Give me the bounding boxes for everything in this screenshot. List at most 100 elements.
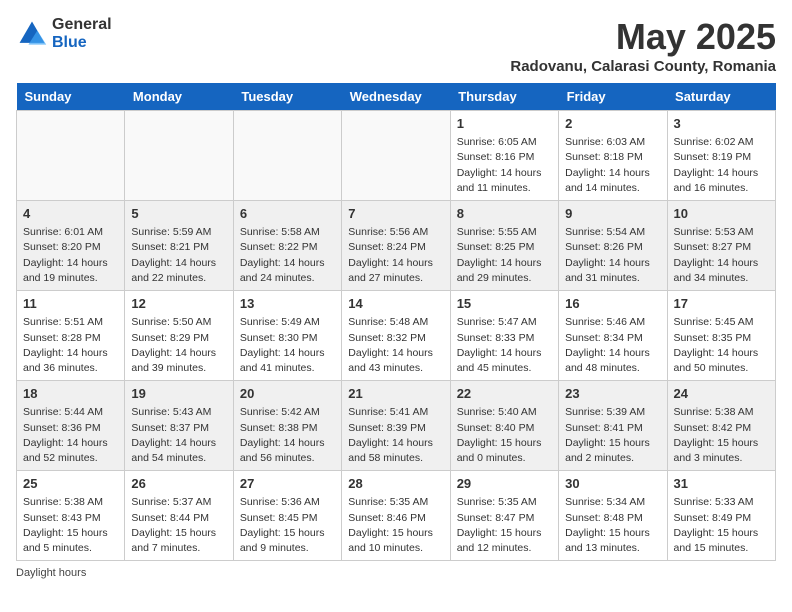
day-cell: 11 Sunrise: 5:51 AM Sunset: 8:28 PM Dayli… (17, 291, 125, 381)
month-title: May 2025 (510, 16, 776, 58)
title-block: May 2025 Radovanu, Calarasi County, Roma… (510, 16, 776, 75)
day-cell (17, 111, 125, 201)
col-header-thursday: Thursday (450, 83, 558, 111)
day-cell: 10 Sunrise: 5:53 AM Sunset: 8:27 PM Dayli… (667, 201, 775, 291)
logo-text: General Blue (52, 16, 112, 51)
day-number: 19 (131, 385, 226, 403)
day-cell: 28 Sunrise: 5:35 AM Sunset: 8:46 PM Dayli… (342, 471, 450, 561)
day-number: 15 (457, 295, 552, 313)
col-header-sunday: Sunday (17, 83, 125, 111)
day-number: 28 (348, 475, 443, 493)
day-number: 3 (674, 115, 769, 133)
day-cell: 8 Sunrise: 5:55 AM Sunset: 8:25 PM Daylig… (450, 201, 558, 291)
day-cell: 26Sunrise: 5:37 AM Sunset: 8:44 PM Dayli… (125, 471, 233, 561)
col-header-saturday: Saturday (667, 83, 775, 111)
day-cell: 29Sunrise: 5:35 AM Sunset: 8:47 PM Dayli… (450, 471, 558, 561)
day-info: Sunrise: 5:50 AM Sunset: 8:29 PM Dayligh… (131, 315, 226, 376)
day-cell: 20Sunrise: 5:42 AM Sunset: 8:38 PM Dayli… (233, 381, 341, 471)
location-title: Radovanu, Calarasi County, Romania (510, 58, 776, 75)
day-info: Sunrise: 5:53 AM Sunset: 8:27 PM Dayligh… (674, 225, 769, 286)
day-number: 12 (131, 295, 226, 313)
day-info: Sunrise: 5:58 AM Sunset: 8:22 PM Dayligh… (240, 225, 335, 286)
day-number: 29 (457, 475, 552, 493)
day-info: Sunrise: 5:39 AM Sunset: 8:41 PM Dayligh… (565, 405, 660, 466)
page-header: General Blue May 2025 Radovanu, Calarasi… (16, 16, 776, 75)
day-cell: 6 Sunrise: 5:58 AM Sunset: 8:22 PM Daylig… (233, 201, 341, 291)
day-number: 22 (457, 385, 552, 403)
day-cell: 21Sunrise: 5:41 AM Sunset: 8:39 PM Dayli… (342, 381, 450, 471)
day-cell: 24 Sunrise: 5:38 AM Sunset: 8:42 PM Dayli… (667, 381, 775, 471)
day-number: 26 (131, 475, 226, 493)
day-info: Sunrise: 5:48 AM Sunset: 8:32 PM Dayligh… (348, 315, 443, 376)
day-number: 9 (565, 205, 660, 223)
col-header-friday: Friday (559, 83, 667, 111)
day-info: Sunrise: 5:43 AM Sunset: 8:37 PM Dayligh… (131, 405, 226, 466)
day-info: Sunrise: 5:34 AM Sunset: 8:48 PM Dayligh… (565, 495, 660, 556)
col-header-monday: Monday (125, 83, 233, 111)
day-cell: 12 Sunrise: 5:50 AM Sunset: 8:29 PM Dayli… (125, 291, 233, 381)
col-header-wednesday: Wednesday (342, 83, 450, 111)
day-number: 23 (565, 385, 660, 403)
day-cell: 23 Sunrise: 5:39 AM Sunset: 8:41 PM Dayli… (559, 381, 667, 471)
day-number: 27 (240, 475, 335, 493)
day-number: 24 (674, 385, 769, 403)
day-cell (125, 111, 233, 201)
day-number: 1 (457, 115, 552, 133)
day-number: 7 (348, 205, 443, 223)
day-cell: 3Sunrise: 6:02 AM Sunset: 8:19 PM Daylig… (667, 111, 775, 201)
logo-general-text: General (52, 16, 112, 34)
day-info: Sunrise: 5:56 AM Sunset: 8:24 PM Dayligh… (348, 225, 443, 286)
day-info: Sunrise: 5:49 AM Sunset: 8:30 PM Dayligh… (240, 315, 335, 376)
day-number: 11 (23, 295, 118, 313)
day-number: 25 (23, 475, 118, 493)
day-cell: 22Sunrise: 5:40 AM Sunset: 8:40 PM Dayli… (450, 381, 558, 471)
day-number: 6 (240, 205, 335, 223)
day-cell: 16Sunrise: 5:46 AM Sunset: 8:34 PM Dayli… (559, 291, 667, 381)
day-number: 4 (23, 205, 118, 223)
week-row-1: 1Sunrise: 6:05 AM Sunset: 8:16 PM Daylig… (17, 111, 776, 201)
day-header-row: SundayMondayTuesdayWednesdayThursdayFrid… (17, 83, 776, 111)
day-cell: 31Sunrise: 5:33 AM Sunset: 8:49 PM Dayli… (667, 471, 775, 561)
week-row-2: 4 Sunrise: 6:01 AM Sunset: 8:20 PM Daylig… (17, 201, 776, 291)
day-info: Sunrise: 5:55 AM Sunset: 8:25 PM Dayligh… (457, 225, 552, 286)
day-cell: 2 Sunrise: 6:03 AM Sunset: 8:18 PM Daylig… (559, 111, 667, 201)
day-info: Sunrise: 5:54 AM Sunset: 8:26 PM Dayligh… (565, 225, 660, 286)
day-number: 8 (457, 205, 552, 223)
day-info: Sunrise: 6:01 AM Sunset: 8:20 PM Dayligh… (23, 225, 118, 286)
day-number: 21 (348, 385, 443, 403)
day-cell: 13Sunrise: 5:49 AM Sunset: 8:30 PM Dayli… (233, 291, 341, 381)
day-number: 2 (565, 115, 660, 133)
day-cell: 18Sunrise: 5:44 AM Sunset: 8:36 PM Dayli… (17, 381, 125, 471)
day-info: Sunrise: 5:35 AM Sunset: 8:46 PM Dayligh… (348, 495, 443, 556)
day-info: Sunrise: 5:44 AM Sunset: 8:36 PM Dayligh… (23, 405, 118, 466)
day-info: Sunrise: 5:36 AM Sunset: 8:45 PM Dayligh… (240, 495, 335, 556)
day-cell (233, 111, 341, 201)
week-row-3: 11 Sunrise: 5:51 AM Sunset: 8:28 PM Dayli… (17, 291, 776, 381)
day-cell: 15 Sunrise: 5:47 AM Sunset: 8:33 PM Dayli… (450, 291, 558, 381)
week-row-5: 25 Sunrise: 5:38 AM Sunset: 8:43 PM Dayli… (17, 471, 776, 561)
day-number: 20 (240, 385, 335, 403)
footer-note: Daylight hours (16, 567, 776, 579)
calendar-table: SundayMondayTuesdayWednesdayThursdayFrid… (16, 83, 776, 561)
day-cell: 4 Sunrise: 6:01 AM Sunset: 8:20 PM Daylig… (17, 201, 125, 291)
day-cell: 30 Sunrise: 5:34 AM Sunset: 8:48 PM Dayli… (559, 471, 667, 561)
day-number: 30 (565, 475, 660, 493)
day-number: 5 (131, 205, 226, 223)
daylight-label: Daylight hours (16, 567, 86, 579)
logo: General Blue (16, 16, 112, 51)
day-info: Sunrise: 5:51 AM Sunset: 8:28 PM Dayligh… (23, 315, 118, 376)
logo-blue-text: Blue (52, 34, 112, 52)
day-info: Sunrise: 5:46 AM Sunset: 8:34 PM Dayligh… (565, 315, 660, 376)
day-cell: 1Sunrise: 6:05 AM Sunset: 8:16 PM Daylig… (450, 111, 558, 201)
day-cell: 7 Sunrise: 5:56 AM Sunset: 8:24 PM Daylig… (342, 201, 450, 291)
day-info: Sunrise: 5:47 AM Sunset: 8:33 PM Dayligh… (457, 315, 552, 376)
day-info: Sunrise: 6:03 AM Sunset: 8:18 PM Dayligh… (565, 135, 660, 196)
day-number: 10 (674, 205, 769, 223)
day-info: Sunrise: 5:59 AM Sunset: 8:21 PM Dayligh… (131, 225, 226, 286)
day-cell: 19 Sunrise: 5:43 AM Sunset: 8:37 PM Dayli… (125, 381, 233, 471)
day-info: Sunrise: 5:38 AM Sunset: 8:43 PM Dayligh… (23, 495, 118, 556)
day-info: Sunrise: 5:38 AM Sunset: 8:42 PM Dayligh… (674, 405, 769, 466)
day-info: Sunrise: 5:33 AM Sunset: 8:49 PM Dayligh… (674, 495, 769, 556)
day-cell: 5 Sunrise: 5:59 AM Sunset: 8:21 PM Daylig… (125, 201, 233, 291)
day-cell: 14Sunrise: 5:48 AM Sunset: 8:32 PM Dayli… (342, 291, 450, 381)
